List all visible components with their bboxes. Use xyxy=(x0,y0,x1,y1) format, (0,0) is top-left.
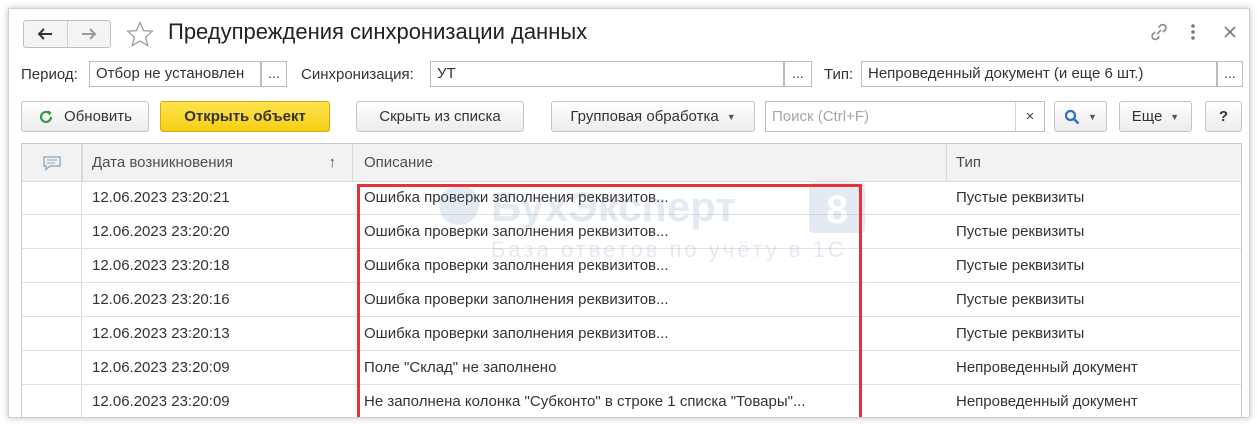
type-select-button[interactable]: ... xyxy=(1217,61,1243,87)
date-cell: 12.06.2023 23:20:18 xyxy=(92,257,230,274)
table-row[interactable]: 12.06.2023 23:20:20 Ошибка проверки запол… xyxy=(22,215,1241,249)
period-label: Период: xyxy=(21,66,78,83)
page-title: Предупреждения синхронизации данных xyxy=(168,19,588,44)
type-cell: Пустые реквизиты xyxy=(956,291,1085,308)
sync-field[interactable]: УТ xyxy=(430,61,784,87)
more-label: Еще xyxy=(1131,108,1163,125)
table-row[interactable]: 12.06.2023 23:20:18 Ошибка проверки запол… xyxy=(22,249,1241,283)
table-row[interactable]: 12.06.2023 23:20:16 Ошибка проверки запол… xyxy=(22,283,1241,317)
refresh-button[interactable]: Обновить xyxy=(21,101,149,132)
description-cell: Ошибка проверки заполнения реквизитов... xyxy=(364,223,669,240)
table-row[interactable]: 12.06.2023 23:20:09 Поле "Склад" не запол… xyxy=(22,351,1241,385)
chevron-down-icon: ▼ xyxy=(1088,111,1097,122)
date-column-header[interactable]: Дата возникновения ↑ xyxy=(82,144,351,181)
date-cell: 12.06.2023 23:20:20 xyxy=(92,223,230,240)
date-column-label: Дата возникновения xyxy=(92,154,234,171)
description-cell: Поле "Склад" не заполнено xyxy=(364,359,557,376)
type-cell: Непроведенный документ xyxy=(956,359,1138,376)
description-cell: Ошибка проверки заполнения реквизитов... xyxy=(364,257,669,274)
hide-from-list-button[interactable]: Скрыть из списка xyxy=(356,101,524,132)
navigation-buttons xyxy=(23,20,111,48)
group-processing-button[interactable]: Групповая обработка ▼ xyxy=(551,101,755,132)
group-processing-label: Групповая обработка xyxy=(570,108,719,125)
refresh-label: Обновить xyxy=(64,108,132,125)
description-cell: Ошибка проверки заполнения реквизитов... xyxy=(364,189,669,206)
type-cell: Пустые реквизиты xyxy=(956,189,1085,206)
search-box: × xyxy=(765,101,1045,132)
period-select-button[interactable]: ... xyxy=(261,61,287,87)
forward-button[interactable] xyxy=(66,21,111,47)
search-input[interactable] xyxy=(766,102,1014,131)
sync-select-button[interactable]: ... xyxy=(784,61,812,87)
description-cell: Ошибка проверки заполнения реквизитов... xyxy=(364,291,669,308)
table-row[interactable]: 12.06.2023 23:20:13 Ошибка проверки запол… xyxy=(22,317,1241,351)
search-button[interactable]: ▼ xyxy=(1054,101,1107,132)
type-column-header[interactable]: Тип xyxy=(946,144,1241,181)
type-label: Тип: xyxy=(824,66,854,83)
app-window: Предупреждения синхронизации данных Пери… xyxy=(8,8,1250,418)
type-field[interactable]: Непроведенный документ (и еще 6 шт.) xyxy=(861,61,1217,87)
sync-label: Синхронизация: xyxy=(301,66,414,83)
vertical-dots-icon[interactable] xyxy=(1189,22,1197,42)
type-cell: Непроведенный документ xyxy=(956,393,1138,410)
more-button[interactable]: Еще ▼ xyxy=(1119,101,1192,132)
type-cell: Пустые реквизиты xyxy=(956,223,1085,240)
arrow-left-icon xyxy=(37,28,53,40)
date-cell: 12.06.2023 23:20:21 xyxy=(92,189,230,206)
type-cell: Пустые реквизиты xyxy=(956,325,1085,342)
date-cell: 12.06.2023 23:20:09 xyxy=(92,359,230,376)
date-cell: 12.06.2023 23:20:09 xyxy=(92,393,230,410)
sort-ascending-icon: ↑ xyxy=(328,154,337,171)
description-cell: Не заполнена колонка "Субконто" в строке… xyxy=(364,393,806,410)
description-cell: Ошибка проверки заполнения реквизитов... xyxy=(364,325,669,342)
back-button[interactable] xyxy=(24,21,67,47)
open-object-button[interactable]: Открыть объект xyxy=(160,101,330,132)
link-icon[interactable] xyxy=(1149,22,1169,42)
refresh-icon xyxy=(39,109,53,123)
star-icon[interactable] xyxy=(126,21,154,47)
description-column-header[interactable]: Описание xyxy=(352,144,946,181)
title-bar: Предупреждения синхронизации данных xyxy=(9,9,1249,57)
date-cell: 12.06.2023 23:20:16 xyxy=(92,291,230,308)
search-clear-button[interactable]: × xyxy=(1015,102,1044,131)
arrow-right-icon xyxy=(81,28,97,40)
table-row[interactable]: 12.06.2023 23:20:09 Не заполнена колонка … xyxy=(22,385,1241,417)
search-icon xyxy=(1064,109,1080,124)
help-button[interactable]: ? xyxy=(1205,101,1242,132)
close-icon[interactable] xyxy=(1223,25,1237,39)
chevron-down-icon: ▼ xyxy=(1170,111,1180,122)
table-header: Дата возникновения ↑ Описание Тип xyxy=(22,144,1241,182)
table-row[interactable]: 12.06.2023 23:20:21 Ошибка проверки запол… xyxy=(22,181,1241,215)
period-field[interactable]: Отбор не установлен xyxy=(89,61,261,87)
warnings-table: Дата возникновения ↑ Описание Тип 12.06.… xyxy=(21,143,1242,417)
date-cell: 12.06.2023 23:20:13 xyxy=(92,325,230,342)
type-cell: Пустые реквизиты xyxy=(956,257,1085,274)
chevron-down-icon: ▼ xyxy=(726,111,736,122)
